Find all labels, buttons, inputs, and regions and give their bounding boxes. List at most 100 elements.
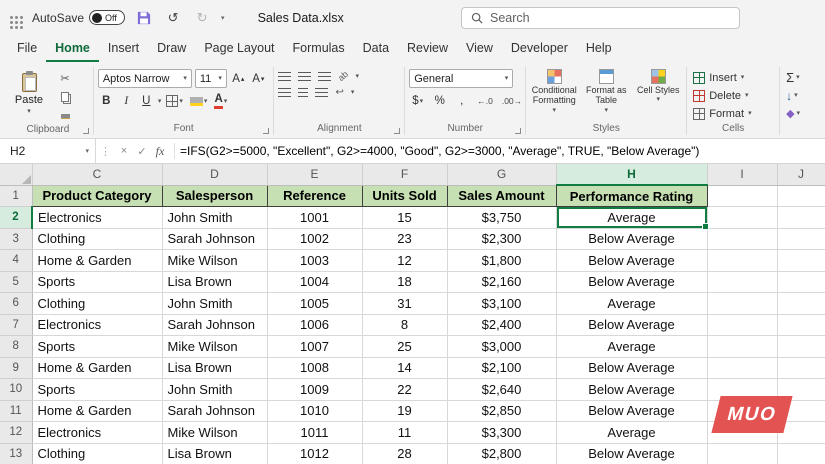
italic-button[interactable]: I — [118, 92, 135, 110]
tab-file[interactable]: File — [8, 35, 46, 62]
row-header-9[interactable]: 9 — [0, 357, 33, 379]
cell-F11[interactable]: 19 — [362, 400, 448, 422]
cell-H7[interactable]: Below Average — [556, 314, 708, 336]
cell-D3[interactable]: Sarah Johnson — [162, 228, 268, 250]
save-button[interactable] — [134, 8, 154, 28]
cell-E2[interactable]: 1001 — [267, 206, 363, 229]
undo-button[interactable]: ↺ — [163, 8, 183, 28]
insert-cells-button[interactable]: Insert ▾ — [691, 69, 746, 86]
cell-G13[interactable]: $2,800 — [447, 443, 557, 464]
font-size-select[interactable]: 11 ▾ — [194, 69, 227, 88]
cell-C6[interactable]: Clothing — [32, 292, 163, 315]
enter-icon[interactable]: ✓ — [133, 145, 151, 158]
row-header-1[interactable]: 1 — [0, 185, 33, 207]
cell-D10[interactable]: John Smith — [162, 378, 268, 401]
cell-I7[interactable] — [707, 314, 778, 336]
cell-G7[interactable]: $2,400 — [447, 314, 557, 336]
cell-F4[interactable]: 12 — [362, 249, 448, 272]
qat-customize-caret-icon[interactable]: ▾ — [221, 14, 225, 22]
cell-D8[interactable]: Mike Wilson — [162, 335, 268, 358]
row-header-11[interactable]: 11 — [0, 400, 33, 422]
cell-G8[interactable]: $3,000 — [447, 335, 557, 358]
comma-format-button[interactable]: , — [453, 92, 470, 110]
cell-H1[interactable]: Performance Rating — [555, 184, 708, 207]
autosum-button[interactable]: Σ ▾ — [784, 69, 802, 86]
cell-C4[interactable]: Home & Garden — [32, 249, 163, 272]
orientation-button[interactable]: ab — [336, 69, 350, 83]
cell-I4[interactable] — [707, 249, 778, 272]
chevron-down-icon[interactable]: ▾ — [85, 147, 89, 155]
cell-G4[interactable]: $1,800 — [447, 249, 557, 272]
cell-D11[interactable]: Sarah Johnson — [162, 400, 268, 422]
cell-C7[interactable]: Electronics — [32, 314, 163, 336]
cell-E10[interactable]: 1009 — [267, 378, 363, 401]
cell-C8[interactable]: Sports — [32, 335, 163, 358]
cell-D13[interactable]: Lisa Brown — [162, 443, 268, 464]
tab-data[interactable]: Data — [354, 35, 398, 62]
cell-H9[interactable]: Below Average — [556, 357, 708, 379]
cell-J1[interactable] — [777, 185, 825, 207]
cell-I6[interactable] — [707, 292, 778, 315]
column-header-H[interactable]: H — [556, 164, 708, 186]
cell-E7[interactable]: 1006 — [267, 314, 363, 336]
cell-D7[interactable]: Sarah Johnson — [162, 314, 268, 336]
tab-page-layout[interactable]: Page Layout — [195, 35, 283, 62]
cell-J5[interactable] — [777, 271, 825, 293]
column-header-I[interactable]: I — [707, 164, 778, 186]
tab-help[interactable]: Help — [577, 35, 621, 62]
number-dialog-launcher-icon[interactable] — [515, 128, 522, 134]
cell-D9[interactable]: Lisa Brown — [162, 357, 268, 379]
app-launcher-icon[interactable] — [10, 16, 13, 19]
font-dialog-launcher-icon[interactable] — [263, 128, 270, 134]
cell-J9[interactable] — [777, 357, 825, 379]
formula-input[interactable]: =IFS(G2>=5000, "Excellent", G2>=4000, "G… — [180, 144, 825, 158]
cell-D2[interactable]: John Smith — [162, 206, 268, 229]
cell-C9[interactable]: Home & Garden — [32, 357, 163, 379]
cell-E12[interactable]: 1011 — [267, 421, 363, 444]
column-header-F[interactable]: F — [362, 164, 448, 186]
cell-E5[interactable]: 1004 — [267, 271, 363, 293]
cell-F5[interactable]: 18 — [362, 271, 448, 293]
tab-draw[interactable]: Draw — [148, 35, 195, 62]
decrease-font-button[interactable]: A ▾ — [250, 70, 267, 88]
row-header-3[interactable]: 3 — [0, 228, 33, 250]
cell-G3[interactable]: $2,300 — [447, 228, 557, 250]
column-header-J[interactable]: J — [777, 164, 825, 186]
cell-H12[interactable]: Average — [556, 421, 708, 444]
tab-home[interactable]: Home — [46, 35, 99, 62]
cell-J7[interactable] — [777, 314, 825, 336]
underline-button[interactable]: U — [138, 92, 155, 110]
row-header-7[interactable]: 7 — [0, 314, 33, 336]
copy-button[interactable] — [55, 89, 75, 105]
cell-G10[interactable]: $2,640 — [447, 378, 557, 401]
clipboard-dialog-launcher-icon[interactable] — [82, 128, 89, 134]
cell-E4[interactable]: 1003 — [267, 249, 363, 272]
cell-E9[interactable]: 1008 — [267, 357, 363, 379]
cell-C5[interactable]: Sports — [32, 271, 163, 293]
bold-button[interactable]: B — [98, 92, 115, 110]
fill-button[interactable]: ↓ ▾ — [784, 87, 800, 104]
cell-C10[interactable]: Sports — [32, 378, 163, 401]
increase-decimal-button[interactable]: ←.0 — [475, 96, 495, 106]
cancel-icon[interactable]: × — [115, 145, 133, 157]
cell-D4[interactable]: Mike Wilson — [162, 249, 268, 272]
cell-J8[interactable] — [777, 335, 825, 358]
cell-G11[interactable]: $2,850 — [447, 400, 557, 422]
chevron-down-icon[interactable]: ▾ — [158, 98, 162, 105]
cell-G9[interactable]: $2,100 — [447, 357, 557, 379]
alignment-dialog-launcher-icon[interactable] — [394, 128, 401, 134]
cell-E1[interactable]: Reference — [266, 184, 363, 207]
decrease-decimal-button[interactable]: .00→ — [500, 96, 524, 106]
cell-I2[interactable] — [707, 206, 778, 229]
column-header-C[interactable]: C — [32, 164, 163, 186]
cell-I8[interactable] — [707, 335, 778, 358]
tab-developer[interactable]: Developer — [502, 35, 577, 62]
cell-F3[interactable]: 23 — [362, 228, 448, 250]
cell-G1[interactable]: Sales Amount — [446, 184, 557, 207]
align-right-button[interactable] — [315, 88, 329, 97]
align-center-button[interactable] — [298, 88, 309, 97]
cell-G2[interactable]: $3,750 — [447, 206, 557, 229]
font-color-button[interactable]: A ▾ — [212, 92, 229, 110]
cell-C2[interactable]: Electronics — [32, 206, 163, 229]
cell-I9[interactable] — [707, 357, 778, 379]
